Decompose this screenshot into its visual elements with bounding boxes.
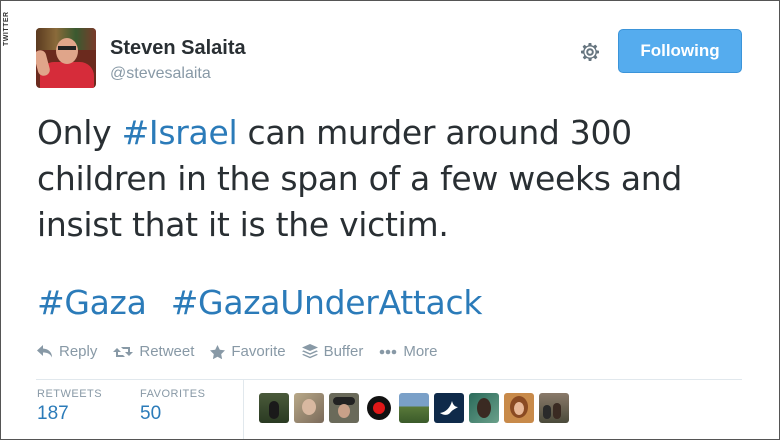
hashtag-gaza-under-attack[interactable]: #GazaUnderAttack (171, 283, 483, 322)
stats-vertical-divider (243, 379, 244, 439)
retweet-icon (113, 346, 134, 357)
reply-label: Reply (59, 343, 98, 360)
retweet-label: Retweet (139, 343, 195, 360)
stats-divider (36, 379, 742, 380)
retweets-count: 187 (37, 403, 69, 424)
favorites-label: FAVORITES (140, 388, 206, 400)
favorite-label: Favorite (231, 343, 286, 360)
retweets-stat[interactable]: RETWEETS 187 (37, 388, 102, 425)
buffer-button[interactable]: Buffer (301, 343, 364, 360)
more-button[interactable]: More (379, 343, 438, 360)
favoriter-avatar[interactable] (259, 393, 289, 423)
favoriter-avatar[interactable] (469, 393, 499, 423)
tweet-actions: Reply Retweet Favorite Buffer More (37, 343, 438, 360)
tweet-hashtags: #Gaza #GazaUnderAttack (37, 280, 496, 326)
tweet-line-1: Only #Israel can murder around 300 (37, 110, 737, 156)
favorites-count: 50 (140, 403, 162, 424)
retweets-label: RETWEETS (37, 388, 103, 400)
favoriter-avatar[interactable] (434, 393, 464, 423)
favoriter-figure (543, 405, 551, 419)
favoriter-figure (553, 403, 561, 419)
favoriter-avatar[interactable] (364, 393, 394, 423)
favoriter-avatar[interactable] (504, 393, 534, 423)
avatar-glasses (58, 46, 76, 50)
reply-button[interactable]: Reply (37, 343, 97, 360)
gear-icon[interactable] (578, 40, 602, 64)
watermark: TWITTER (3, 11, 10, 46)
favorite-button[interactable]: Favorite (210, 343, 286, 360)
tweet-text-segment: Only (37, 113, 122, 152)
hashtag-gaza[interactable]: #Gaza (37, 283, 147, 322)
favoriter-figure (514, 402, 524, 415)
more-label: More (403, 343, 438, 360)
favoriter-figure (269, 401, 279, 419)
favoriter-avatar[interactable] (294, 393, 324, 423)
following-button[interactable]: Following (618, 29, 742, 73)
favoriter-figure (338, 404, 350, 418)
dove-icon (440, 401, 458, 415)
tweet-line-2: children in the span of a few weeks and (37, 159, 683, 198)
profile-handle[interactable]: @stevesalaita (110, 65, 211, 83)
tweet-text-segment: can murder around 300 (237, 113, 633, 152)
favoriter-avatar[interactable] (329, 393, 359, 423)
favoriter-avatar[interactable] (539, 393, 569, 423)
avatar[interactable] (36, 28, 96, 88)
favoriter-figure (373, 402, 385, 414)
avatar-face (56, 38, 78, 64)
profile-name[interactable]: Steven Salaita (110, 37, 246, 60)
favorites-stat[interactable]: FAVORITES 50 (140, 388, 205, 425)
star-icon (210, 344, 226, 359)
retweet-button[interactable]: Retweet (113, 343, 194, 360)
favoriter-figure (477, 398, 491, 418)
reply-icon (37, 344, 52, 357)
tweet-line-3: insist that it is the victim. (37, 205, 449, 244)
buffer-icon (301, 344, 318, 359)
favoriter-figure (302, 399, 316, 415)
favoriter-avatar[interactable] (399, 393, 429, 423)
hashtag-israel[interactable]: #Israel (122, 113, 238, 152)
favoriters-avatars (259, 393, 569, 423)
tweet-text: Only #Israel can murder around 300 child… (37, 110, 737, 248)
buffer-label: Buffer (323, 343, 364, 360)
more-icon (380, 349, 397, 354)
